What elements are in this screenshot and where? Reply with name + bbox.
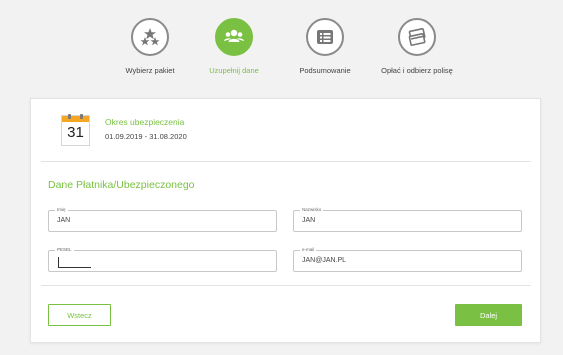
imie-input[interactable] — [57, 216, 257, 226]
next-button[interactable]: Dalej — [455, 304, 522, 326]
nazwisko-input[interactable] — [302, 216, 502, 226]
text-underline — [58, 267, 91, 268]
email-field[interactable]: e-mail — [293, 246, 522, 272]
calendar-icon: 31 — [61, 114, 90, 146]
divider — [41, 285, 531, 286]
stars-icon — [131, 18, 169, 56]
form-card: 31 Okres ubezpieczenia 01.09.2019 - 31.0… — [30, 98, 541, 343]
period-dates: 01.09.2019 - 31.08.2020 — [105, 132, 187, 141]
calendar-day: 31 — [67, 124, 84, 141]
step-oplac-i-odbierz[interactable]: Opłać i odbierz polisę — [362, 18, 472, 75]
field-label: Imię — [55, 206, 68, 214]
field-label: PESEL — [55, 246, 74, 254]
back-button[interactable]: Wstecz — [48, 304, 111, 326]
section-title: Dane Płatnika/Ubezpieczonego — [48, 179, 195, 191]
email-input[interactable] — [302, 256, 502, 266]
divider — [41, 161, 531, 162]
users-icon — [215, 18, 253, 56]
field-label: Nazwisko — [300, 206, 324, 214]
pesel-input[interactable] — [57, 256, 257, 266]
imie-field[interactable]: Imię — [48, 206, 277, 232]
pesel-field[interactable]: PESEL — [48, 246, 277, 272]
nazwisko-field[interactable]: Nazwisko — [293, 206, 522, 232]
cards-icon — [398, 18, 436, 56]
period-title: Okres ubezpieczenia — [105, 117, 185, 127]
field-label: e-mail — [300, 246, 317, 254]
text-caret — [58, 257, 59, 267]
step-label: Opłać i odbierz polisę — [381, 66, 453, 75]
list-icon — [306, 18, 344, 56]
progress-steps: Wybierz pakiet Uzupełnij dane Podsumowan… — [0, 0, 563, 92]
